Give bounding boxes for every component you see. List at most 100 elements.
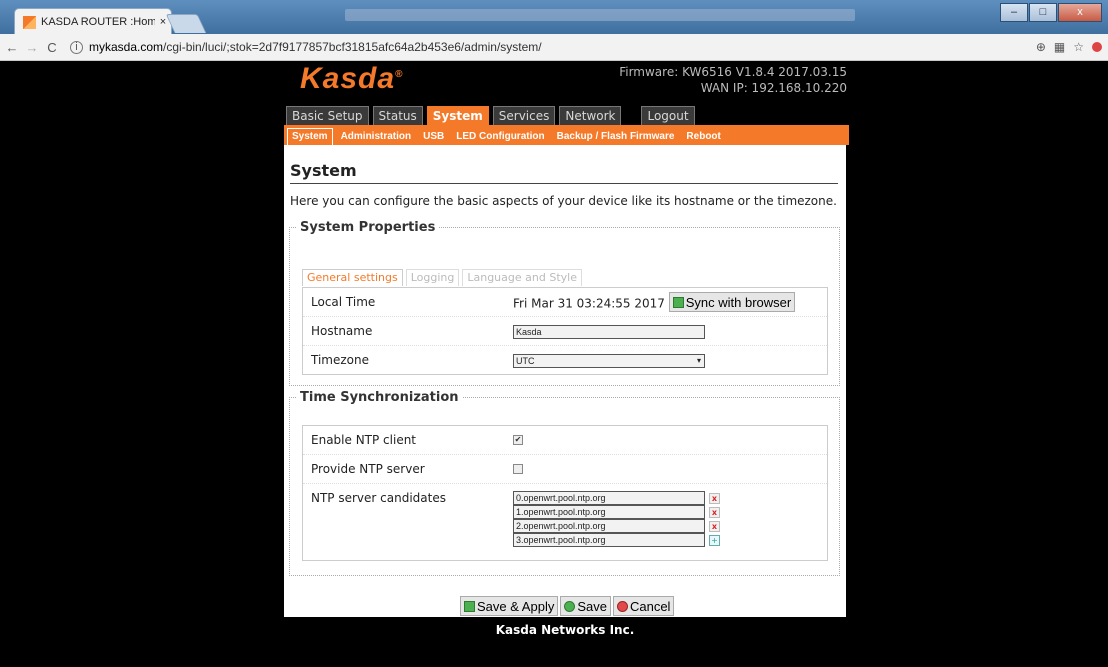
timezone-selected-value: UTC [516,356,535,366]
apply-icon [464,600,475,612]
subtab-system[interactable]: System [287,128,333,145]
sync-with-browser-button[interactable]: Sync with browser [668,292,796,312]
window-titlebar: KASDA ROUTER :Home × – □ x [0,0,1108,35]
page-description: Here you can configure the basic aspects… [290,194,837,208]
ntp-server-input[interactable]: 1.openwrt.pool.ntp.org [513,505,705,519]
reload-icon[interactable]: C [44,40,60,55]
info-icon[interactable]: i [70,40,83,54]
provide-ntp-checkbox[interactable] [513,464,523,474]
bookmark-star-icon[interactable]: ☆ [1073,40,1084,54]
minimize-button[interactable]: – [1000,3,1028,22]
subtab-reboot[interactable]: Reboot [682,129,724,145]
remove-icon[interactable]: x [709,520,720,532]
firmware-info: Firmware: KW6516 V1.8.4 2017.03.15 WAN I… [600,64,847,96]
chevron-down-icon: ▾ [696,356,701,365]
translate-icon[interactable]: ▦ [1054,40,1065,54]
subtab-usb[interactable]: USB [419,129,448,145]
add-icon[interactable]: + [709,534,720,546]
enable-ntp-checkbox[interactable]: ✔ [513,435,523,445]
timezone-select[interactable]: UTC ▾ [513,354,705,368]
window-controls: – □ x [1000,3,1102,22]
time-sync-table: Enable NTP client ✔ Provide NTP server N… [302,425,828,561]
provide-ntp-label: Provide NTP server [311,462,425,476]
subtab-led-configuration[interactable]: LED Configuration [452,129,548,145]
zoom-icon[interactable]: ⊕ [1036,40,1046,54]
tab-logging[interactable]: Logging [405,269,460,286]
window-title-bar-text [345,9,855,21]
save-icon [564,600,576,612]
browser-tab[interactable]: KASDA ROUTER :Home × [14,8,172,35]
footer: Kasda Networks Inc. [495,623,635,637]
local-time-row: Local Time Fri Mar 31 03:24:55 2017 Sync… [303,288,827,317]
time-synchronization-section: Time Synchronization Enable NTP client ✔… [289,390,840,576]
ntp-server-input[interactable]: 0.openwrt.pool.ntp.org [513,491,705,505]
firmware-version: Firmware: KW6516 V1.8.4 2017.03.15 [619,65,847,79]
remove-icon[interactable]: x [709,506,720,518]
system-properties-tabs: General settings Logging Language and St… [302,269,582,286]
ntp-server-input[interactable]: 2.openwrt.pool.ntp.org [513,519,705,533]
local-time-value-wrap: Fri Mar 31 03:24:55 2017 Sync with brows… [513,292,796,312]
sync-with-browser-label: Sync with browser [685,294,792,310]
timezone-label: Timezone [311,353,369,367]
tab-services[interactable]: Services [492,106,556,125]
general-settings-table: Local Time Fri Mar 31 03:24:55 2017 Sync… [302,287,828,375]
logo-text: Kasda [300,62,396,95]
wan-ip: WAN IP: 192.168.10.220 [700,81,847,95]
tab-general-settings[interactable]: General settings [302,269,403,286]
list-item: 1.openwrt.pool.ntp.org x [513,505,720,519]
tab-logout[interactable]: Logout [641,106,695,125]
cancel-icon [616,600,628,612]
tab-network[interactable]: Network [559,106,622,125]
form-actions: Save & Apply Save Cancel [460,596,675,616]
hostname-row: Hostname Kasda [303,317,827,346]
enable-ntp-row: Enable NTP client ✔ [303,426,827,455]
back-arrow-icon[interactable]: ← [4,40,20,55]
sync-icon [672,296,684,308]
timezone-row: Timezone UTC ▾ [303,346,827,374]
save-button[interactable]: Save [560,596,611,616]
address-bar-actions: ⊕ ▦ ☆ [1036,40,1108,54]
sub-nav: System Administration USB LED Configurat… [284,125,849,145]
save-and-apply-label: Save & Apply [477,598,555,614]
favicon-icon [23,15,36,29]
address-bar: ← → C i mykasda.com/cgi-bin/luci/;stok=2… [0,34,1108,61]
content-panel: System Here you can configure the basic … [284,145,846,617]
cancel-button[interactable]: Cancel [612,596,675,616]
main-nav: Basic Setup Status System Services Netwo… [286,106,695,125]
url-field[interactable]: mykasda.com/cgi-bin/luci/;stok=2d7f91778… [89,40,542,54]
subtab-backup-flash-firmware[interactable]: Backup / Flash Firmware [553,129,679,145]
remove-icon[interactable]: x [709,492,720,504]
cancel-label: Cancel [629,598,671,614]
ntp-candidates-row: NTP server candidates 0.openwrt.pool.ntp… [303,484,827,560]
forward-arrow-icon[interactable]: → [24,40,40,55]
url-path: /cgi-bin/luci/;stok=2d7f9177857bcf31815a… [163,40,542,54]
list-item: 2.openwrt.pool.ntp.org x [513,519,720,533]
enable-ntp-label: Enable NTP client [311,433,417,447]
logo-registered-mark: ® [395,69,404,80]
kasda-logo: Kasda® [300,62,403,96]
local-time-label: Local Time [311,295,376,309]
tab-language-and-style[interactable]: Language and Style [462,269,582,286]
system-properties-legend: System Properties [300,220,436,235]
ntp-candidates-list: 0.openwrt.pool.ntp.org x 1.openwrt.pool.n… [513,491,720,548]
ntp-server-input[interactable]: 3.openwrt.pool.ntp.org [513,533,705,547]
browser-tab-title: KASDA ROUTER :Home [41,16,155,28]
ntp-candidates-label: NTP server candidates [311,491,446,505]
tab-status[interactable]: Status [372,106,423,125]
save-label: Save [577,598,607,614]
hostname-input[interactable]: Kasda [513,325,705,339]
extension-icon[interactable] [1092,42,1102,52]
tab-basic-setup[interactable]: Basic Setup [286,106,369,125]
page-title: System [290,161,838,184]
system-properties-section: System Properties General settings Loggi… [289,220,840,386]
url-host: mykasda.com [89,40,164,54]
close-window-button[interactable]: x [1058,3,1102,22]
time-synchronization-legend: Time Synchronization [300,390,459,405]
tab-system[interactable]: System [426,106,489,125]
list-item: 0.openwrt.pool.ntp.org x [513,491,720,505]
subtab-administration[interactable]: Administration [337,129,416,145]
list-item: 3.openwrt.pool.ntp.org + [513,533,720,547]
hostname-label: Hostname [311,324,373,338]
save-and-apply-button[interactable]: Save & Apply [460,596,559,616]
maximize-button[interactable]: □ [1029,3,1057,22]
